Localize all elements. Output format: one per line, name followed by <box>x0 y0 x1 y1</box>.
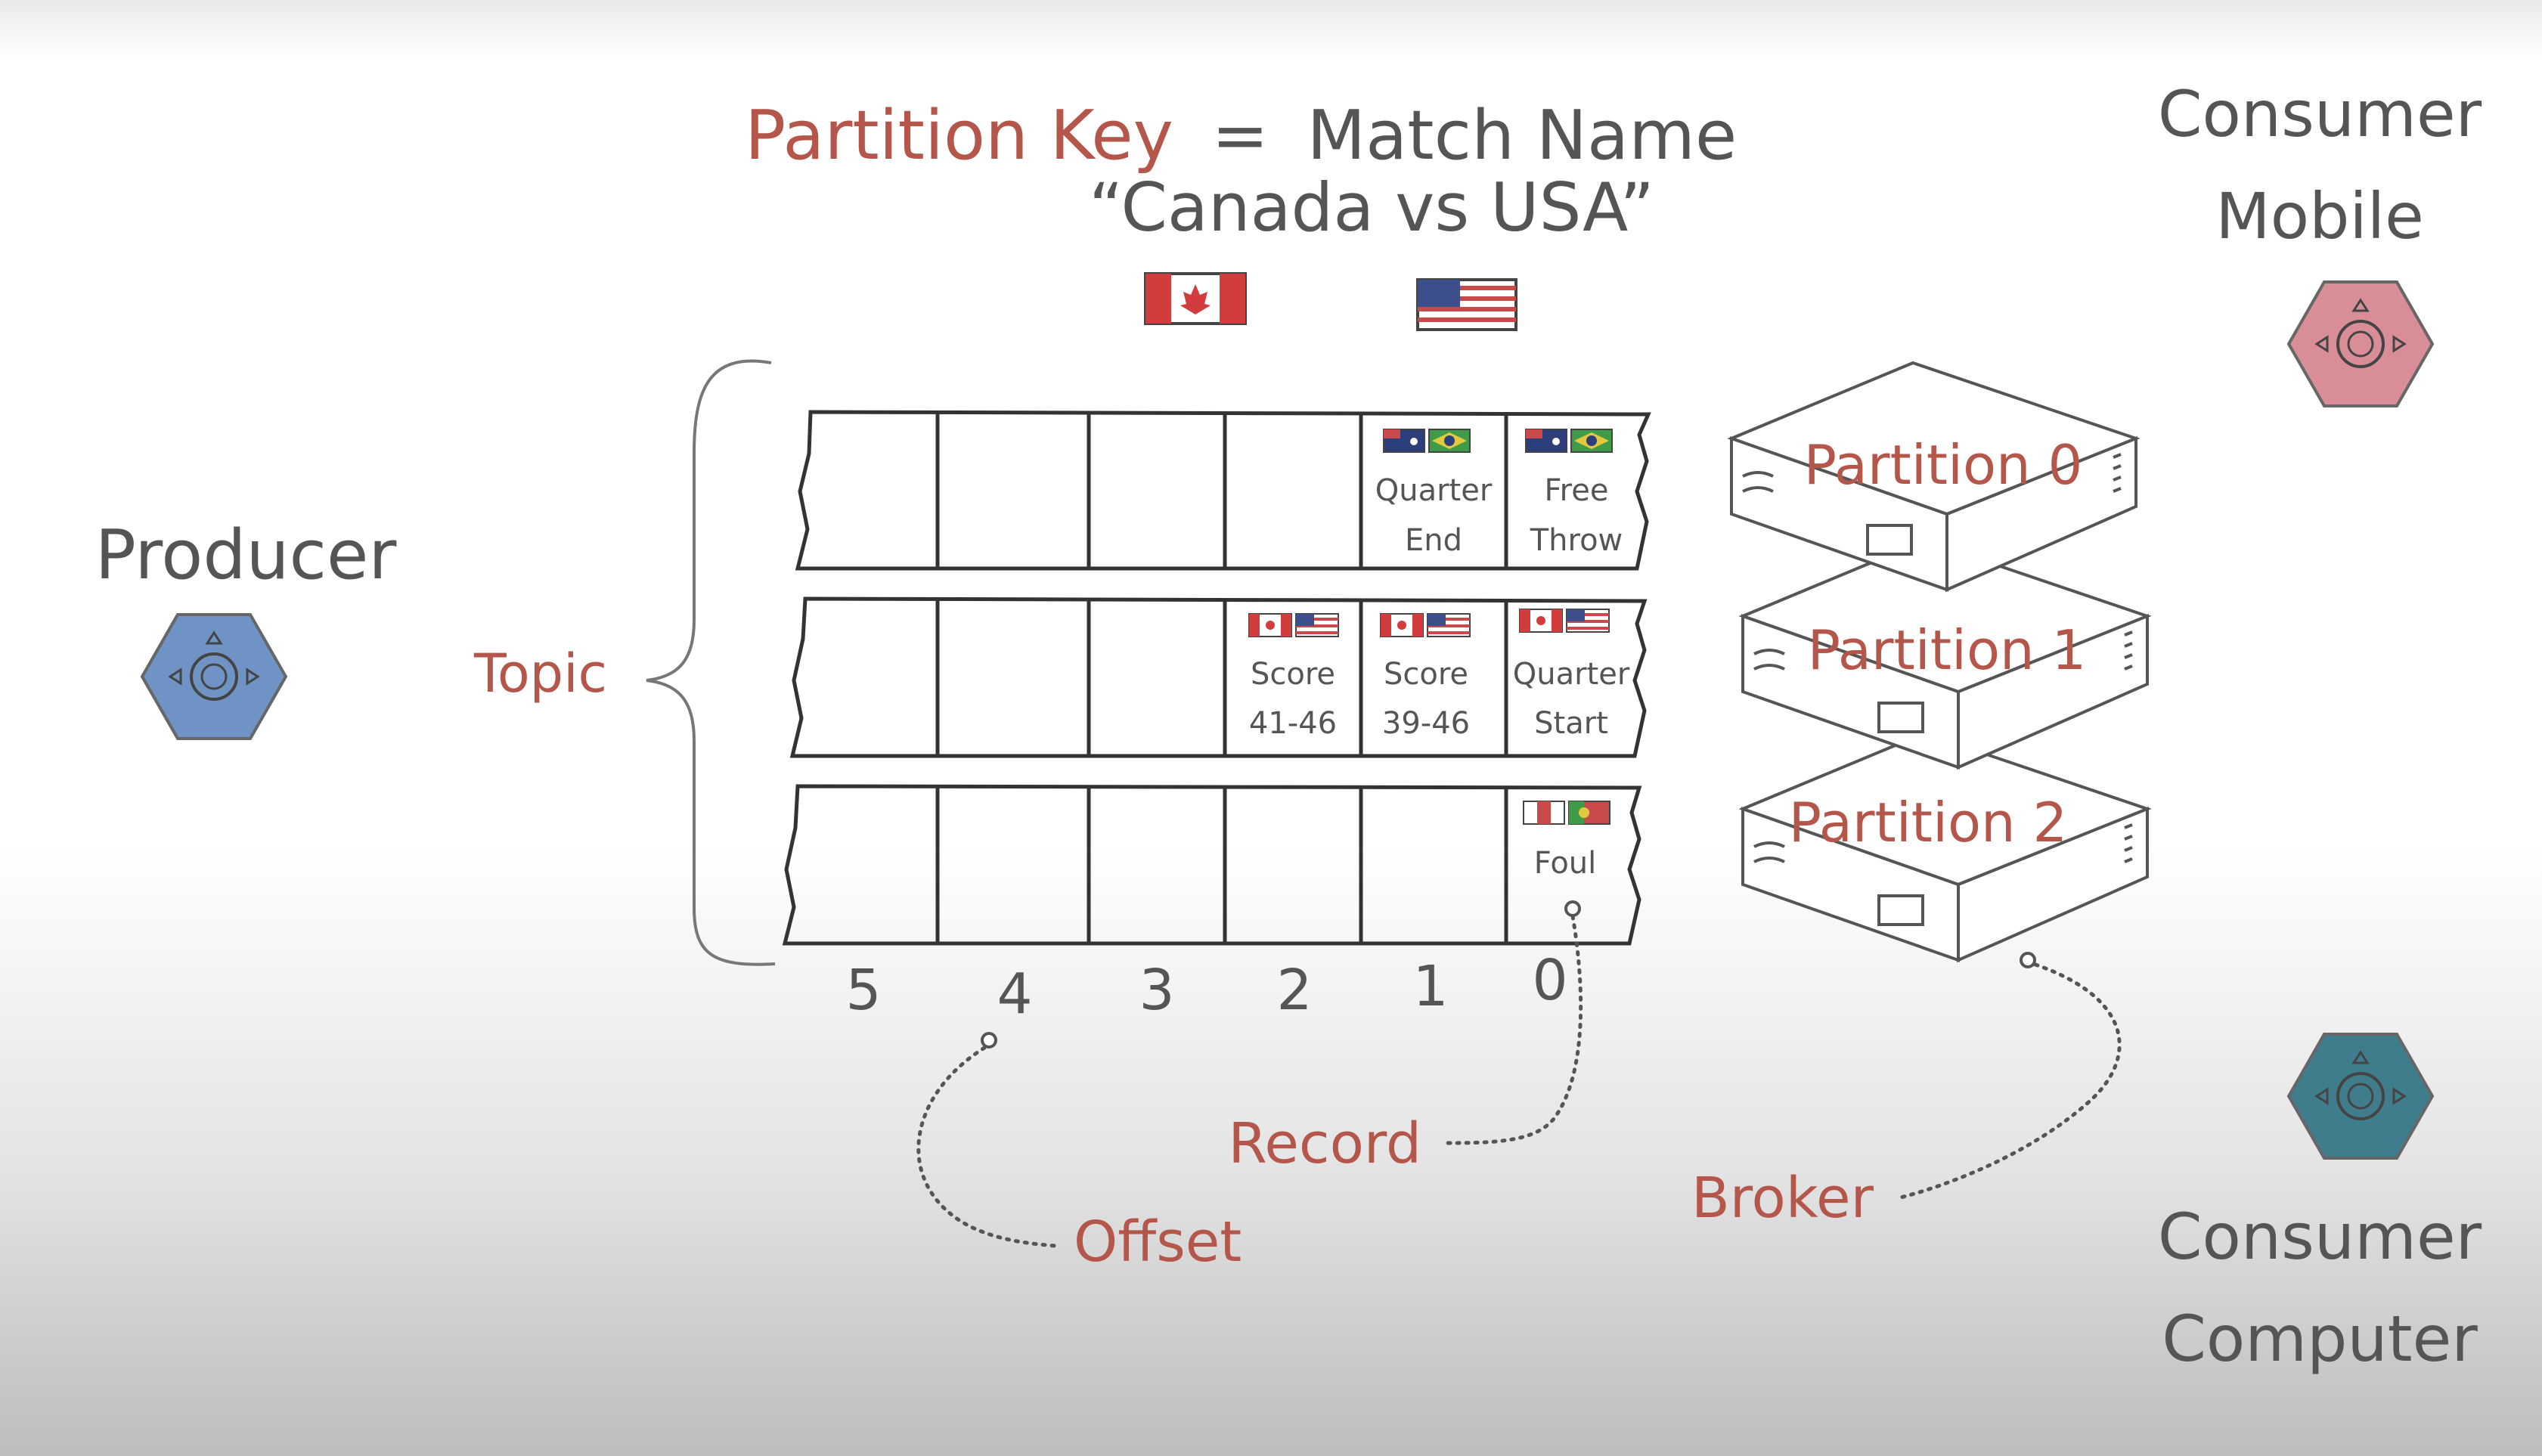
usa-flag <box>1295 613 1339 637</box>
record-line-1: Score <box>1251 657 1335 692</box>
australia-flag <box>1525 429 1567 453</box>
other-flag <box>1523 801 1565 825</box>
consumer-computer-hexagon-node-icon <box>2287 1033 2434 1160</box>
partition-label: Partition 2 <box>1789 791 2068 854</box>
record-line-1: Quarter <box>1513 657 1630 692</box>
consumer-computer-label-line-1: Consumer <box>2158 1200 2482 1274</box>
record-line-2: Start <box>1534 706 1608 741</box>
canada-flag <box>1380 613 1424 637</box>
offset-number: 5 <box>845 958 881 1023</box>
offset-number: 3 <box>1139 958 1174 1023</box>
record-line-2: End <box>1405 523 1462 558</box>
broker-connector <box>1896 952 2122 1200</box>
usa-flag <box>1427 613 1471 637</box>
brazil-flag <box>1428 429 1471 453</box>
consumer-computer-label-line-2: Computer <box>2162 1302 2478 1376</box>
equals-sign: = <box>1211 96 1268 175</box>
record-line-2: 41-46 <box>1249 706 1337 741</box>
record-cell: Foul <box>1523 801 1610 881</box>
offset-numbers: 5 4 3 2 1 0 <box>845 948 1567 1027</box>
partition-key-label: Partition Key <box>745 96 1173 175</box>
consumer-mobile-label-line-2: Mobile <box>2215 179 2424 253</box>
partition-key-title: Partition Key = Match Name “Canada vs US… <box>745 96 1737 246</box>
svg-text:Partition Key = Ma: Partition Key = Match Name <box>745 96 1737 175</box>
usa-flag <box>1566 609 1610 633</box>
partition-label: Partition 1 <box>1808 618 2087 682</box>
record-connector <box>1442 900 1583 1145</box>
canada-flag <box>1144 272 1247 325</box>
offset-annotation: Offset <box>1074 1210 1242 1275</box>
offset-number: 0 <box>1532 948 1567 1013</box>
offset-connector <box>916 1032 1057 1248</box>
topic-label: Topic <box>473 643 607 705</box>
topic-brace <box>646 359 776 966</box>
match-name-text: “Canada vs USA” <box>1089 169 1654 246</box>
broker-annotation: Broker <box>1691 1166 1874 1231</box>
broker-server-0: Partition 0 <box>1727 361 2141 593</box>
canada-flag <box>1248 613 1292 637</box>
australia-flag <box>1383 429 1425 453</box>
partition-label: Partition 0 <box>1804 433 2083 497</box>
broker-server-2: Partition 2 <box>1738 731 2152 963</box>
record-line-2: Throw <box>1530 523 1623 558</box>
record-line-1: Quarter <box>1375 473 1493 508</box>
offset-number: 2 <box>1276 958 1312 1023</box>
partition-log-row-0 <box>795 410 1651 571</box>
offset-number: 4 <box>997 962 1032 1027</box>
consumer-mobile-label-line-1: Consumer <box>2158 77 2482 151</box>
record-cell: Quarter Start <box>1513 609 1630 741</box>
record-cell: Free Throw <box>1525 429 1623 558</box>
offset-number: 1 <box>1412 954 1448 1019</box>
record-line-1: Score <box>1384 657 1468 692</box>
consumer-mobile-hexagon-node-icon <box>2287 280 2434 407</box>
partition-key-value: Match Name <box>1307 96 1738 175</box>
brazil-flag <box>1570 429 1613 453</box>
usa-flag <box>1416 278 1517 331</box>
record-cell: Quarter End <box>1375 429 1493 558</box>
record-cell: Score 41-46 <box>1248 613 1339 741</box>
portugal-flag <box>1568 801 1610 825</box>
record-line-1: Free <box>1545 473 1609 508</box>
record-annotation: Record <box>1228 1111 1421 1176</box>
canada-flag <box>1519 609 1563 633</box>
kafka-diagram: Partition Key = Match Name “Canada vs US… <box>95 77 2482 1376</box>
partition-log-row-2 <box>782 784 1642 946</box>
record-line-1: Foul <box>1534 846 1597 881</box>
record-cell: Score 39-46 <box>1380 613 1471 741</box>
producer-hexagon-node-icon <box>141 613 287 740</box>
record-line-2: 39-46 <box>1382 706 1470 741</box>
producer-label: Producer <box>95 516 397 595</box>
